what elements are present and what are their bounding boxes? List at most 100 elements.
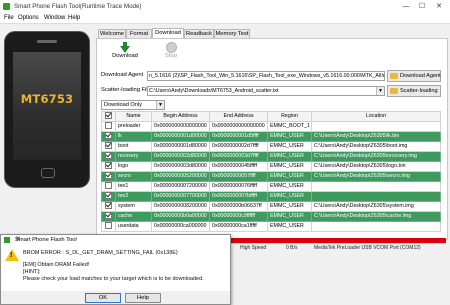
column-header-name[interactable]: Name	[115, 111, 152, 122]
cell-location[interactable]: C:\Users\Andy\Desktop\Z6305\logo.bin	[311, 161, 441, 172]
table-row[interactable]: system 0x0000000008200000 0x00000000b06637…	[101, 201, 441, 212]
cell-location[interactable]: C:\Users\Andy\Desktop\Z6305\cache.img	[311, 211, 441, 222]
scatter-loading-button[interactable]: Scatter-loading	[387, 85, 441, 97]
menu-window[interactable]: Window	[44, 14, 65, 22]
row-checkbox[interactable]	[105, 142, 112, 150]
download-panel: Download Stop Download Agent n_5.1616 (2…	[96, 38, 448, 240]
row-check-cell[interactable]	[101, 211, 116, 222]
app-icon	[3, 3, 10, 10]
cell-location[interactable]	[311, 181, 441, 192]
row-checkbox[interactable]	[105, 132, 112, 140]
dialog-line-2: [HINT]:	[23, 269, 41, 275]
cell-region: EMMC_USER	[267, 211, 312, 222]
cell-end-address: 0x00000000c9ffffff	[209, 211, 268, 222]
ok-button[interactable]: OK	[85, 293, 121, 303]
table-row[interactable]: boot 0x0000000001d80000 0x0000000002d7ffff…	[101, 141, 441, 152]
cell-location[interactable]: C:\Users\Andy\Desktop\Z6305\recovery.img	[311, 151, 441, 162]
cell-end-address: 0x0000000003d7ffff	[209, 151, 268, 162]
row-checkbox[interactable]	[105, 212, 112, 220]
cell-end-address: 0x00000000b06637ff	[209, 201, 268, 212]
table-row[interactable]: tee2 0x0000000007700000 0x0000000007bfffff…	[101, 191, 441, 202]
cell-name: system	[115, 201, 152, 212]
cell-location[interactable]	[311, 121, 441, 132]
column-header-location[interactable]: Location	[311, 111, 441, 122]
cell-location[interactable]	[311, 191, 441, 202]
row-check-cell[interactable]	[101, 201, 116, 212]
row-checkbox[interactable]	[105, 222, 112, 230]
cell-location[interactable]	[311, 221, 441, 232]
table-row[interactable]: cache 0x00000000b0a00000 0x00000000c9fffff…	[101, 211, 441, 222]
row-check-cell[interactable]	[101, 121, 116, 132]
table-row[interactable]: recovery 0x0000000002d80000 0x0000000003d7…	[101, 151, 441, 162]
row-checkbox[interactable]	[105, 152, 112, 160]
phone-screen: MT6753	[13, 52, 81, 160]
column-header-region[interactable]: Region	[267, 111, 312, 122]
cell-begin-address: 0x0000000001d80000	[151, 141, 210, 152]
cell-location[interactable]: C:\Users\Andy\Desktop\Z6305\system.img	[311, 201, 441, 212]
table-row[interactable]: lk 0x0000000001d00000 0x0000000001d5ffff EM…	[101, 131, 441, 142]
row-checkbox[interactable]	[105, 162, 112, 170]
close-icon[interactable]: ✕	[431, 1, 447, 12]
table-row[interactable]: secro 0x0000000005200000 0x00000000057ffff…	[101, 171, 441, 182]
menu-bar: File Options Window Help	[0, 13, 450, 24]
cell-end-address: 0x00000000045fffff	[209, 161, 268, 172]
cell-begin-address: 0x0000000001d00000	[151, 131, 210, 142]
cell-region: EMMC_USER	[267, 201, 312, 212]
download-mode-select[interactable]: Download Only ▼	[101, 100, 165, 110]
cell-begin-address: 0x0000000008200000	[151, 201, 210, 212]
cell-end-address: 0x00000000076fffff	[209, 181, 268, 192]
cell-begin-address: 0x0000000002d80000	[151, 151, 210, 162]
cell-end-address: 0x0000000001d5ffff	[209, 131, 268, 142]
row-checkbox[interactable]	[105, 192, 112, 200]
stop-tool-button[interactable]: Stop	[159, 42, 183, 59]
row-check-cell[interactable]	[101, 221, 116, 232]
row-check-cell[interactable]	[101, 131, 116, 142]
row-check-cell[interactable]	[101, 141, 116, 152]
download-agent-button-label: Download Agent	[400, 73, 441, 79]
help-button[interactable]: Help	[125, 293, 161, 303]
warning-mark: !	[10, 252, 13, 259]
row-check-cell[interactable]	[101, 181, 116, 192]
column-header-begin[interactable]: Begin Address	[151, 111, 210, 122]
cell-location[interactable]: C:\Users\Andy\Desktop\Z6305\secro.img	[311, 171, 441, 182]
scatter-file-field[interactable]: C:\Users\Andy\Downloads\MT6753_Android_s…	[147, 86, 385, 96]
menu-options[interactable]: Options	[18, 14, 39, 22]
table-row[interactable]: preloader 0x0000000000000000 0x00000000000…	[101, 121, 441, 132]
folder-icon	[390, 88, 398, 94]
row-checkbox[interactable]	[105, 172, 112, 180]
home-button-icon	[41, 168, 55, 178]
scatter-dropdown-icon[interactable]: ▼	[376, 87, 384, 95]
table-header-row: Name Begin Address End Address Region Lo…	[101, 111, 441, 122]
maximize-icon[interactable]: ☐	[414, 1, 430, 12]
column-header-check[interactable]	[101, 111, 116, 122]
row-checkbox[interactable]	[105, 182, 112, 190]
cell-region: EMMC_USER	[267, 171, 312, 182]
table-row[interactable]: logo 0x0000000003d80000 0x00000000045fffff…	[101, 161, 441, 172]
cell-location[interactable]: C:\Users\Andy\Desktop\Z6305\lk.bin	[311, 131, 441, 142]
row-check-cell[interactable]	[101, 171, 116, 182]
select-all-checkbox[interactable]	[105, 112, 112, 120]
window-title: Smart Phone Flash Tool(Runtime Trace Mod…	[14, 3, 142, 10]
dialog-close-icon[interactable]: ✕	[15, 235, 227, 245]
download-agent-button[interactable]: Download Agent	[387, 70, 441, 82]
row-check-cell[interactable]	[101, 161, 116, 172]
row-checkbox[interactable]	[105, 122, 112, 130]
download-agent-field[interactable]: n_5.1616 (2)\SP_Flash_Tool_Win_5.1616\SP…	[147, 71, 385, 81]
menu-file[interactable]: File	[4, 14, 14, 22]
cell-name: userdata	[115, 221, 152, 232]
cell-region: EMMC_USER	[267, 131, 312, 142]
column-header-end[interactable]: End Address	[209, 111, 268, 122]
table-row[interactable]: tee1 0x0000000007200000 0x00000000076fffff…	[101, 181, 441, 192]
minimize-icon[interactable]: —	[398, 1, 414, 12]
menu-help[interactable]: Help	[68, 14, 80, 22]
download-tool-button[interactable]: Download	[111, 42, 139, 59]
cell-name: tee1	[115, 181, 152, 192]
mode-dropdown-icon[interactable]: ▼	[156, 101, 164, 109]
table-row[interactable]: userdata 0x00000000ca000000 0x00000000ca1f…	[101, 221, 441, 232]
cell-region: EMMC_USER	[267, 141, 312, 152]
download-mode-value: Download Only	[104, 102, 142, 108]
row-checkbox[interactable]	[105, 202, 112, 210]
row-check-cell[interactable]	[101, 151, 116, 162]
cell-location[interactable]: C:\Users\Andy\Desktop\Z6305\boot.img	[311, 141, 441, 152]
row-check-cell[interactable]	[101, 191, 116, 202]
